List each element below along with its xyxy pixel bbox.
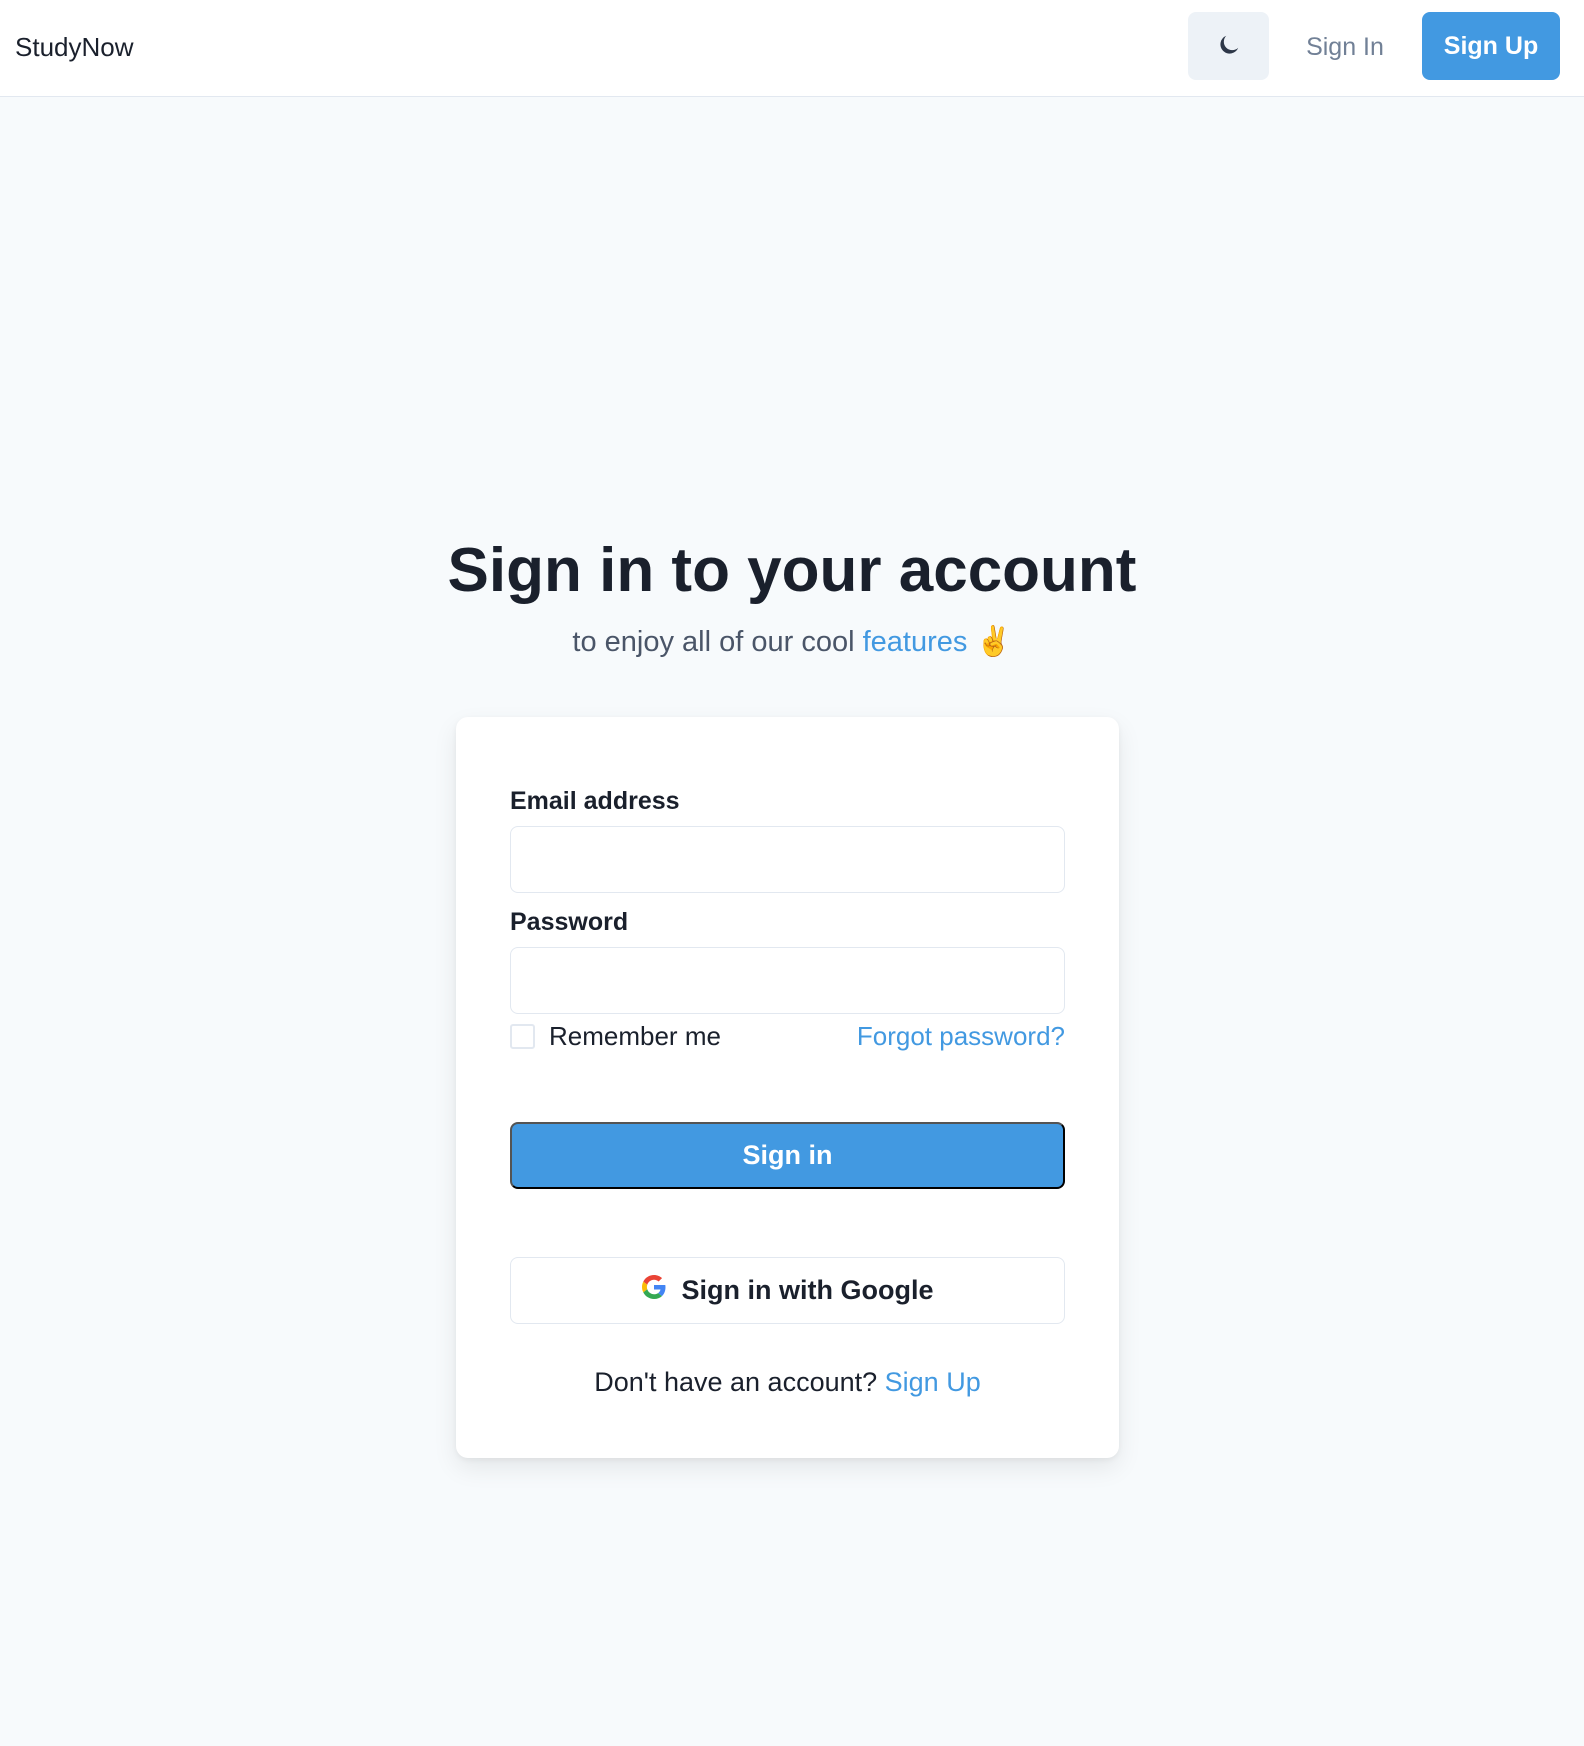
- victory-hand-icon: ✌️: [975, 626, 1012, 658]
- signup-prompt: Don't have an account? Sign Up: [456, 1365, 1119, 1399]
- signin-button[interactable]: Sign in: [510, 1122, 1065, 1189]
- moon-icon: [1216, 32, 1242, 61]
- nav-signup-button[interactable]: Sign Up: [1422, 12, 1560, 80]
- forgot-password-link[interactable]: Forgot password?: [857, 1019, 1065, 1053]
- google-button-label: Sign in with Google: [681, 1275, 934, 1305]
- password-label: Password: [510, 908, 629, 936]
- signup-prompt-text: Don't have an account?: [594, 1367, 878, 1397]
- remember-checkbox[interactable]: [510, 1023, 535, 1049]
- subtitle-text: to enjoy all of our cool: [572, 626, 855, 658]
- page-title: Sign in to your account: [447, 536, 1137, 605]
- email-label: Email address: [510, 787, 680, 815]
- page-subtitle: to enjoy all of our cool features ✌️: [0, 622, 1584, 662]
- signin-card: Email address Password Remember me Forgo…: [456, 717, 1119, 1458]
- navbar: StudyNow Sign In Sign Up: [0, 0, 1584, 97]
- brand-logo[interactable]: StudyNow: [15, 30, 134, 64]
- theme-toggle-button[interactable]: [1188, 12, 1269, 80]
- features-link[interactable]: features: [863, 626, 968, 658]
- remember-label: Remember me: [549, 1020, 721, 1051]
- password-input[interactable]: [510, 947, 1065, 1014]
- footer-signup-link[interactable]: Sign Up: [885, 1367, 981, 1397]
- remember-me[interactable]: Remember me: [510, 1019, 721, 1053]
- nav-signin-link[interactable]: Sign In: [1290, 30, 1400, 64]
- google-signin-button[interactable]: Sign in with Google: [510, 1257, 1065, 1324]
- email-input[interactable]: [510, 826, 1065, 893]
- google-icon: [641, 1275, 682, 1306]
